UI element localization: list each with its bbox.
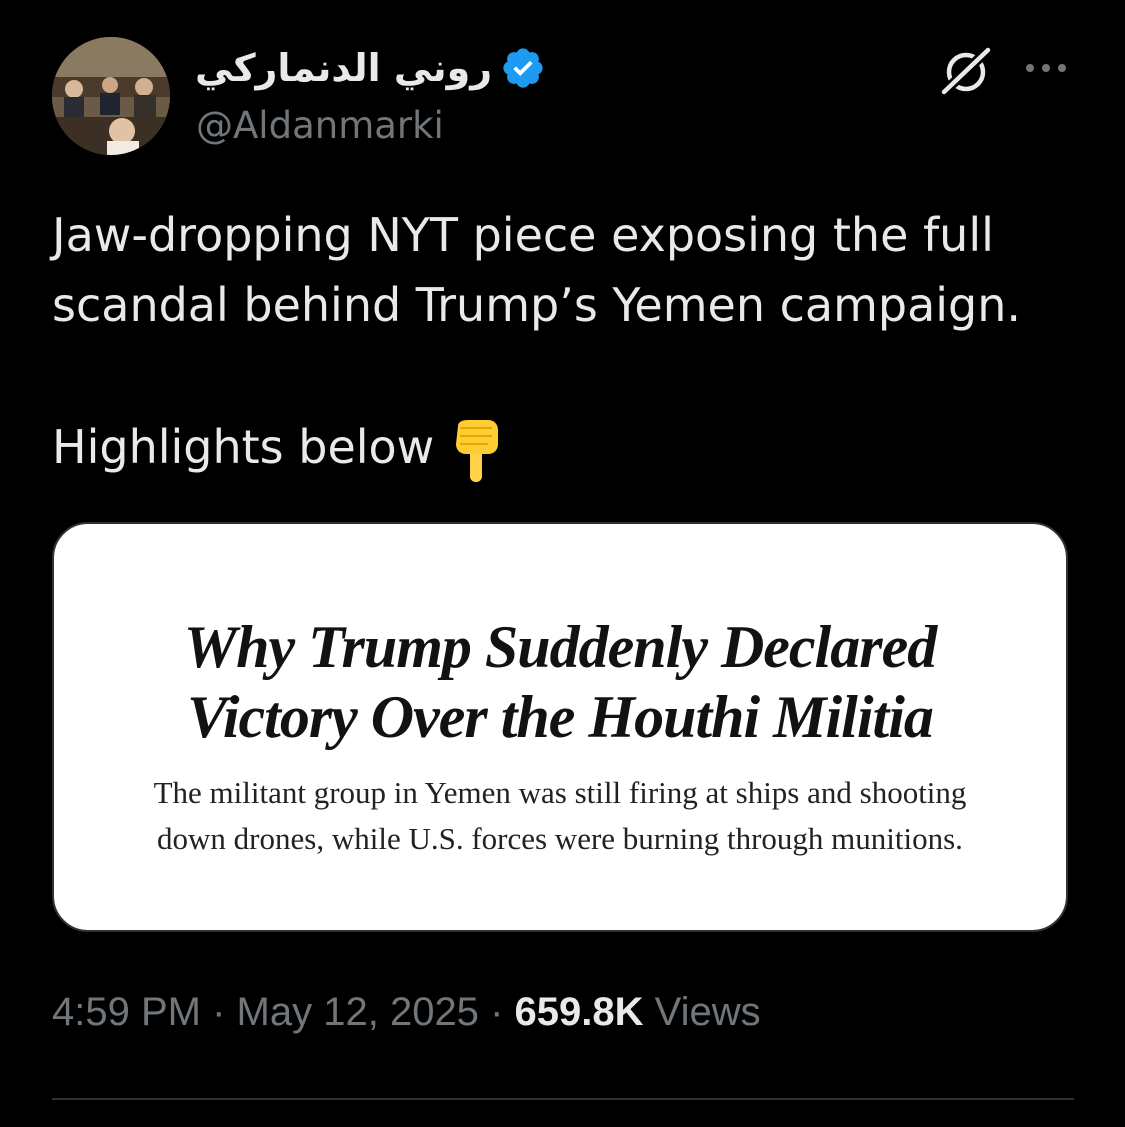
author-handle[interactable]: @Aldanmarki (196, 104, 444, 147)
tweet-highlights-line: Highlights below (52, 412, 1072, 482)
meta-separator: · (212, 990, 226, 1034)
divider (52, 1098, 1074, 1100)
tweet-date[interactable]: May 12, 2025 (237, 990, 479, 1034)
views-label[interactable]: Views (655, 990, 761, 1034)
tweet-text: Jaw-dropping NYT piece exposing the full… (52, 200, 1072, 482)
article-subheadline: The militant group in Yemen was still fi… (54, 770, 1066, 862)
tweet-meta: 4:59 PM · May 12, 2025 · 659.8K Views (52, 990, 761, 1035)
article-headline: Why Trump Suddenly Declared Victory Over… (54, 612, 1066, 752)
author-name-row[interactable]: روني الدنماركي (195, 38, 546, 98)
views-count[interactable]: 659.8K (515, 990, 644, 1034)
author-display-name[interactable]: روني الدنماركي (195, 46, 492, 90)
verified-badge-icon[interactable] (500, 45, 546, 91)
article-subheadline-line-1: The militant group in Yemen was still fi… (153, 775, 967, 810)
avatar[interactable] (52, 37, 170, 155)
article-subheadline-line-2: down drones, while U.S. forces were burn… (157, 821, 963, 856)
media-image-card[interactable]: Why Trump Suddenly Declared Victory Over… (52, 522, 1068, 932)
tweet-text-line-2: scandal behind Trump’s Yemen campaign. (52, 278, 1022, 332)
tweet-highlights-text: Highlights below (52, 420, 435, 474)
grok-icon[interactable] (938, 42, 994, 98)
tweet-text-line-1: Jaw-dropping NYT piece exposing the full (52, 208, 994, 262)
pointing-down-emoji-icon (448, 419, 504, 482)
avatar-image (52, 37, 170, 155)
meta-separator: · (490, 990, 504, 1034)
article-headline-line-2: Victory Over the Houthi Militia (187, 684, 934, 750)
tweet-time[interactable]: 4:59 PM (52, 990, 201, 1034)
more-options-icon[interactable] (1022, 48, 1070, 88)
article-headline-line-1: Why Trump Suddenly Declared (183, 614, 937, 680)
